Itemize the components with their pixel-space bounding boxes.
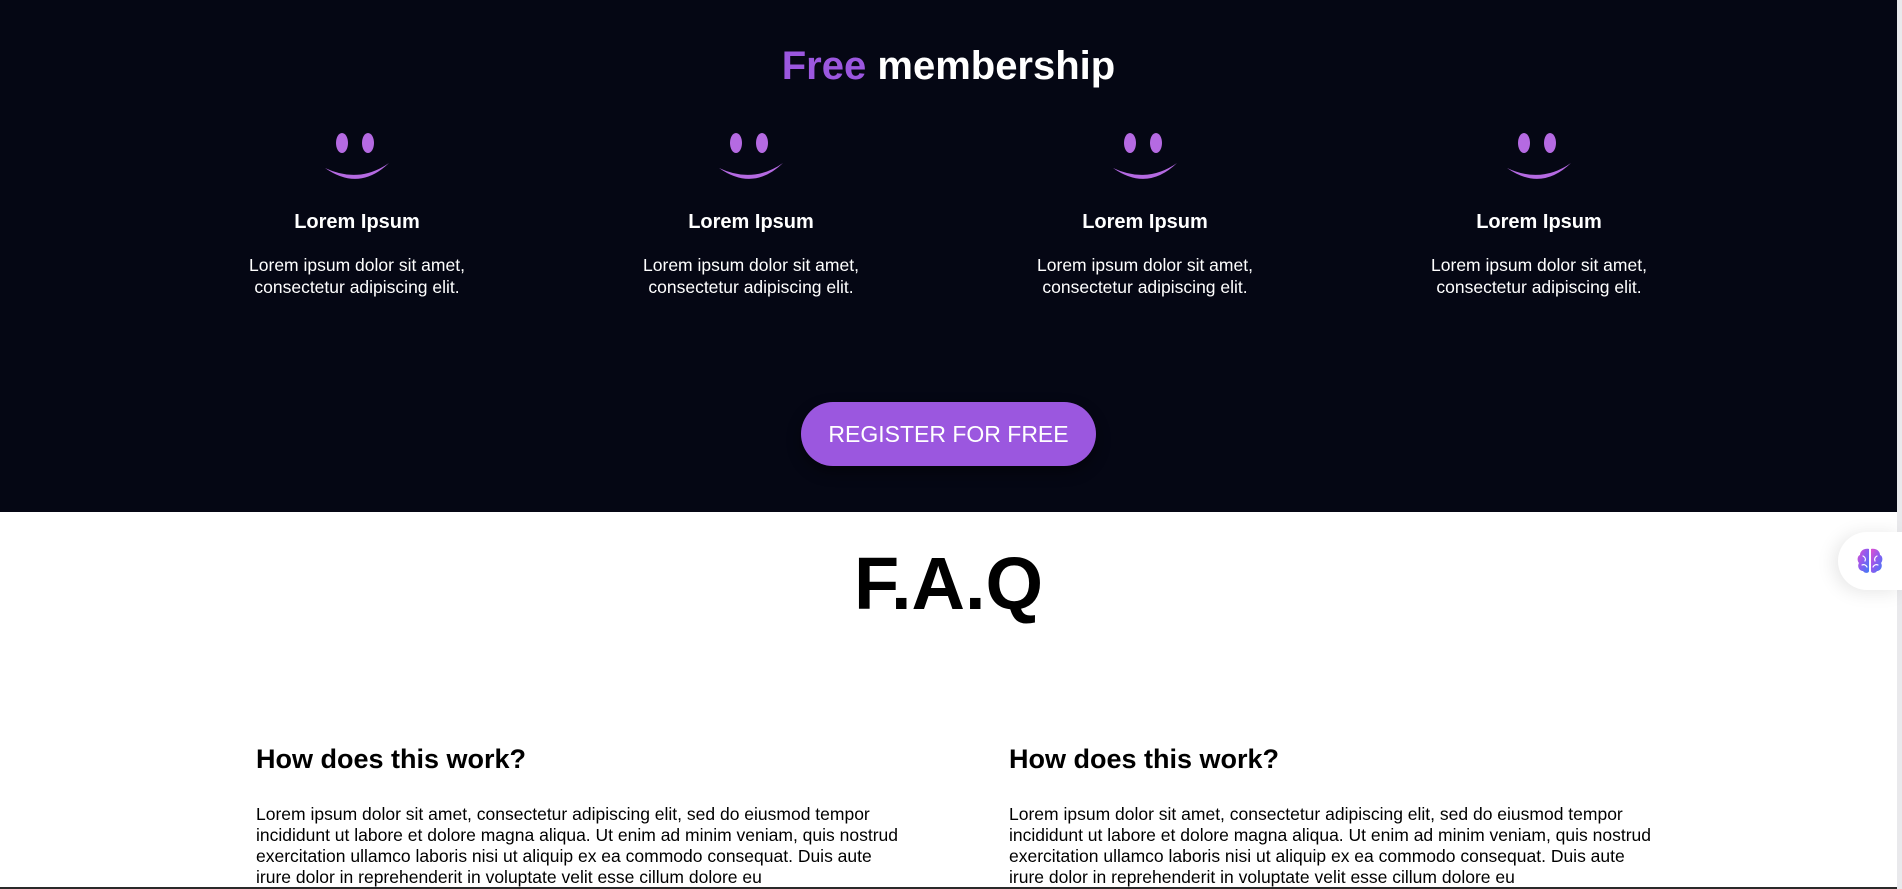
faq-title: F.A.Q bbox=[853, 542, 1044, 625]
faq-item-1: How does this work? Lorem ipsum dolor si… bbox=[256, 742, 906, 888]
register-for-free-button[interactable]: REGISTER FOR FREE bbox=[801, 402, 1096, 466]
feature-text: Lorem ipsum dolor sit amet, consectetur … bbox=[249, 255, 465, 297]
faq-question: How does this work? bbox=[256, 744, 527, 774]
membership-title-rest: membership bbox=[877, 44, 1116, 88]
membership-section: Free membership Lorem Ipsum Lorem ipsum … bbox=[0, 0, 1897, 512]
feature-title: Lorem Ipsum bbox=[688, 211, 814, 233]
membership-title: Free membership bbox=[0, 42, 1897, 90]
smiley-icon bbox=[1507, 133, 1571, 179]
feature-title: Lorem Ipsum bbox=[1082, 211, 1208, 233]
brain-icon bbox=[1857, 548, 1883, 573]
page-edge-strip bbox=[1897, 0, 1902, 889]
faq-question: How does this work? bbox=[1009, 744, 1280, 774]
feature-text: Lorem ipsum dolor sit amet, consectetur … bbox=[643, 255, 859, 297]
floating-assistant-button[interactable] bbox=[1838, 532, 1902, 590]
faq-item-2: How does this work? Lorem ipsum dolor si… bbox=[1009, 742, 1659, 888]
faq-answer: Lorem ipsum dolor sit amet, consectetur … bbox=[1009, 804, 1652, 887]
smiley-icon bbox=[1113, 133, 1177, 179]
membership-title-accent: Free bbox=[781, 44, 867, 88]
feature-card-1: Lorem Ipsum Lorem ipsum dolor sit amet, … bbox=[207, 128, 507, 298]
smiley-icon bbox=[719, 133, 783, 179]
feature-text: Lorem ipsum dolor sit amet, consectetur … bbox=[1037, 255, 1253, 297]
feature-title: Lorem Ipsum bbox=[1476, 211, 1602, 233]
feature-card-2: Lorem Ipsum Lorem ipsum dolor sit amet, … bbox=[601, 128, 901, 298]
feature-card-3: Lorem Ipsum Lorem ipsum dolor sit amet, … bbox=[995, 128, 1295, 298]
faq-answer: Lorem ipsum dolor sit amet, consectetur … bbox=[256, 804, 899, 887]
feature-text: Lorem ipsum dolor sit amet, consectetur … bbox=[1431, 255, 1647, 297]
page: Free membership Lorem Ipsum Lorem ipsum … bbox=[0, 0, 1902, 889]
feature-title: Lorem Ipsum bbox=[294, 211, 420, 233]
feature-card-4: Lorem Ipsum Lorem ipsum dolor sit amet, … bbox=[1389, 128, 1689, 298]
smiley-icon bbox=[325, 133, 389, 179]
